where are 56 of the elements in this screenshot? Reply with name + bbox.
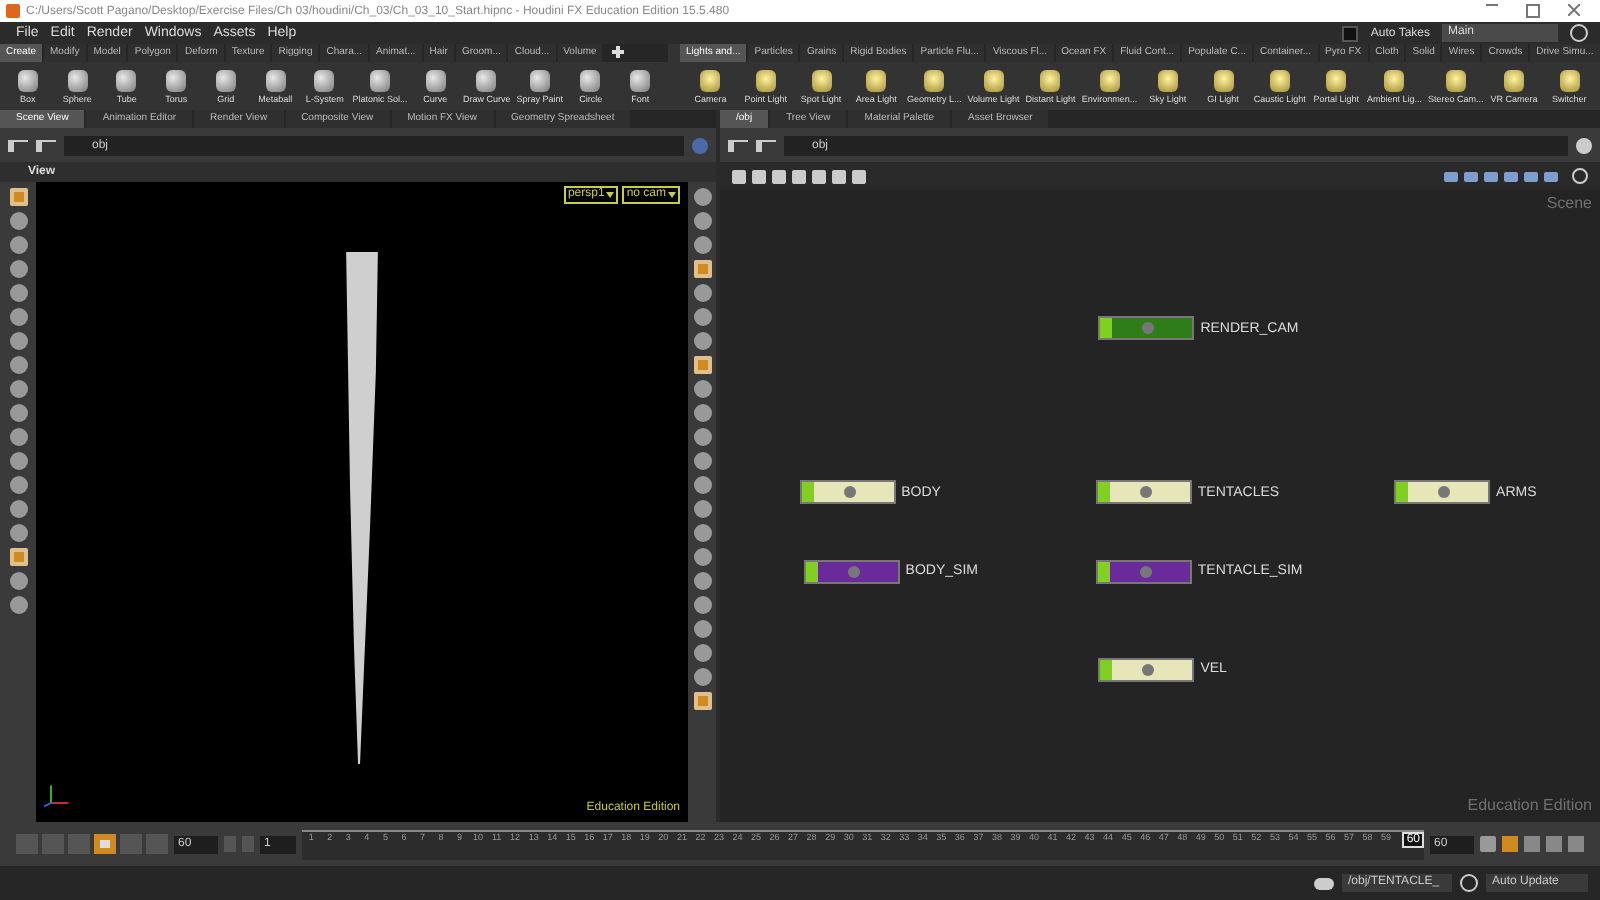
- context-label: Scene: [1546, 194, 1592, 212]
- tool-icon[interactable]: [693, 476, 711, 494]
- network-node[interactable]: [1095, 480, 1192, 505]
- tool-icon[interactable]: [9, 596, 27, 614]
- tool-icon[interactable]: [693, 236, 711, 254]
- checkbox[interactable]: [1342, 25, 1359, 41]
- tool-icon[interactable]: [9, 524, 27, 542]
- tool-icon[interactable]: [693, 668, 711, 686]
- tool-icon[interactable]: [693, 356, 711, 374]
- tool-icon[interactable]: [9, 188, 27, 206]
- tool-icon[interactable]: [693, 260, 711, 278]
- tool-icon[interactable]: [9, 356, 27, 374]
- tool-icon[interactable]: [693, 692, 711, 710]
- tool-icon[interactable]: [693, 596, 711, 614]
- tool-icon[interactable]: [9, 476, 27, 494]
- network-node[interactable]: [803, 559, 900, 584]
- maximize-icon[interactable]: [1526, 4, 1540, 18]
- tool-icon[interactable]: [9, 404, 27, 422]
- network-node[interactable]: [1098, 657, 1195, 682]
- tool-icon[interactable]: [693, 428, 711, 446]
- tool-icon[interactable]: [693, 500, 711, 518]
- tool-icon[interactable]: [693, 188, 711, 206]
- tool-icon[interactable]: [9, 500, 27, 518]
- tool-icon[interactable]: [9, 308, 27, 326]
- tool-icon[interactable]: [693, 524, 711, 542]
- tool-icon[interactable]: [693, 284, 711, 302]
- network-node[interactable]: [799, 480, 896, 505]
- tool-icon[interactable]: [693, 404, 711, 422]
- tool-icon[interactable]: [9, 260, 27, 278]
- plus-icon[interactable]: [612, 46, 625, 58]
- tool-icon[interactable]: [9, 212, 27, 230]
- tool-icon[interactable]: [9, 428, 27, 446]
- tool-icon[interactable]: [693, 212, 711, 230]
- tool-icon[interactable]: [693, 548, 711, 566]
- network-node[interactable]: [1095, 559, 1192, 584]
- close-icon[interactable]: [1568, 4, 1580, 16]
- axis-gizmo-icon: [44, 782, 72, 810]
- network-node[interactable]: [1394, 480, 1491, 505]
- tool-icon[interactable]: [693, 380, 711, 398]
- tool-icon[interactable]: [693, 644, 711, 662]
- tool-icon[interactable]: [9, 332, 27, 350]
- tool-icon[interactable]: [9, 284, 27, 302]
- tool-icon[interactable]: [693, 332, 711, 350]
- tool-icon[interactable]: [9, 236, 27, 254]
- tool-icon[interactable]: [693, 452, 711, 470]
- tool-icon[interactable]: [9, 548, 27, 566]
- network-node[interactable]: [1098, 316, 1195, 341]
- watermark-label: Education Edition: [1467, 796, 1592, 814]
- tool-icon[interactable]: [693, 620, 711, 638]
- tool-icon[interactable]: [9, 572, 27, 590]
- tool-icon[interactable]: [693, 572, 711, 590]
- cloud-icon: [1314, 877, 1334, 889]
- tool-icon[interactable]: [9, 380, 27, 398]
- app-logo-icon: [6, 4, 20, 18]
- tool-icon[interactable]: [693, 308, 711, 326]
- tool-icon[interactable]: [9, 452, 27, 470]
